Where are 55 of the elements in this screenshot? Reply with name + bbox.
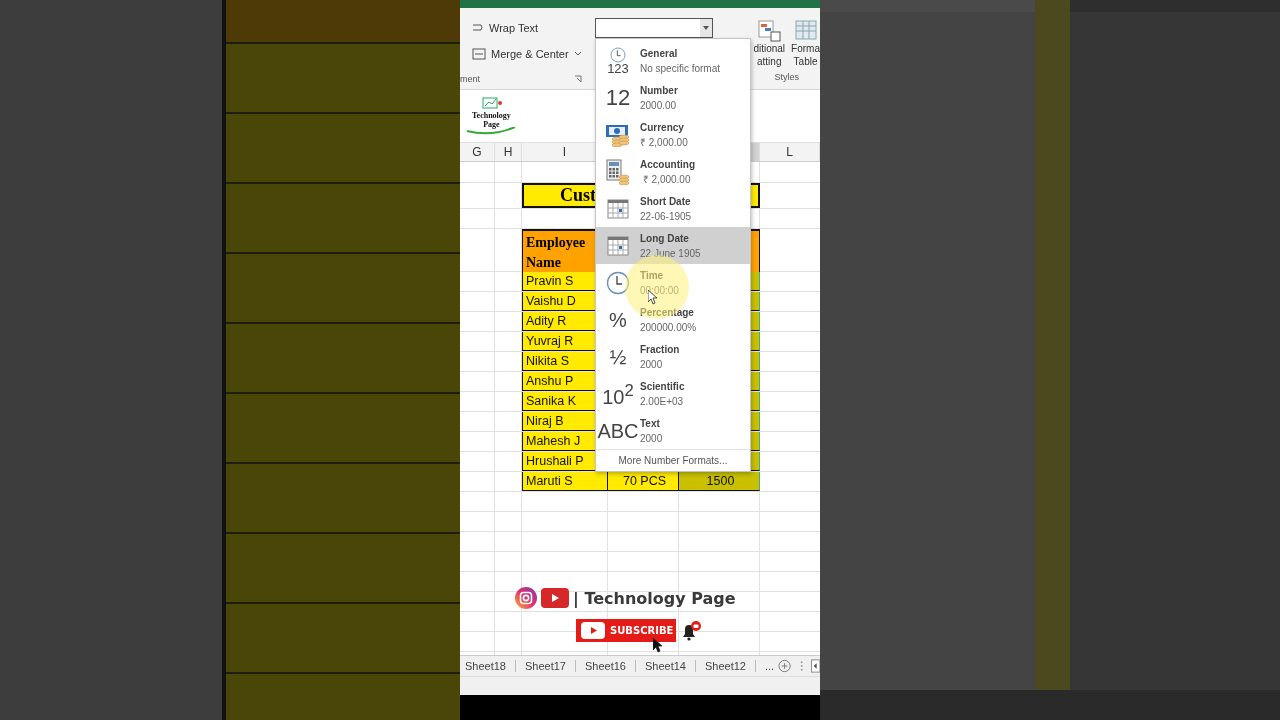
scroll-left-icon[interactable] xyxy=(810,659,820,673)
calendar-icon xyxy=(607,198,629,219)
sheet-tab[interactable]: Sheet18 xyxy=(460,660,516,672)
monitor-icon xyxy=(479,97,504,111)
camera-icon xyxy=(515,587,537,609)
conditional-formatting-icon xyxy=(757,20,782,42)
clock-icon xyxy=(610,46,626,63)
format-option[interactable]: Currency ₹ 2,000.00 xyxy=(596,116,750,153)
play-icon xyxy=(541,588,569,608)
number-format-field[interactable] xyxy=(595,18,713,38)
format-symbol-icon: % xyxy=(609,309,627,330)
add-sheet-icon[interactable] xyxy=(778,659,792,673)
format-option[interactable]: Accounting ₹ 2,000.00 xyxy=(596,153,750,190)
format-option[interactable]: Long Date 22 June 1905 xyxy=(596,227,750,264)
format-option[interactable]: Short Date 22-06-1905 xyxy=(596,190,750,227)
format-as-table-button[interactable]: Forma Table xyxy=(791,20,820,68)
clock-icon xyxy=(606,270,630,295)
group-label: Styles xyxy=(774,72,799,82)
table-icon xyxy=(793,20,818,42)
sheet-tab[interactable]: Sheet16 xyxy=(575,660,636,672)
format-option[interactable]: 123 General No specific format xyxy=(596,42,750,79)
calendar-icon xyxy=(607,235,629,256)
subscribe-button[interactable]: SUBSCRIBE xyxy=(576,619,676,642)
table-cell: Maruti S xyxy=(522,472,608,491)
play-icon xyxy=(581,622,605,639)
group-label: ment xyxy=(460,74,480,84)
bell-icon[interactable] xyxy=(680,619,702,642)
format-symbol-icon: ½ xyxy=(609,346,627,367)
dialog-launcher-icon[interactable] xyxy=(574,75,582,83)
cursor-icon xyxy=(653,638,663,653)
table-cell: 1500 xyxy=(679,472,760,491)
clock-icon: 123 xyxy=(607,46,629,75)
channel-logo: Technology Page xyxy=(472,97,511,135)
calculator-icon xyxy=(605,158,631,185)
more-formats-link[interactable]: More Number Formats... xyxy=(596,449,750,471)
caret-icon xyxy=(703,26,709,30)
more-tabs-button[interactable]: ... xyxy=(755,660,779,672)
caret-icon xyxy=(573,51,582,57)
table-cell: 70 PCS xyxy=(608,472,679,491)
sheet-tab[interactable]: Sheet12 xyxy=(695,660,756,672)
wrap-text-icon xyxy=(472,22,484,34)
conditional-formatting-button[interactable]: ditional atting xyxy=(753,20,786,68)
column-header[interactable]: H xyxy=(495,143,522,161)
number-icon: 12 xyxy=(605,87,631,108)
merge-icon xyxy=(472,48,486,60)
merge-center-button[interactable]: Merge & Center xyxy=(472,46,590,62)
wrap-text-button[interactable]: Wrap Text xyxy=(472,20,590,36)
format-option[interactable]: ½ Fraction 2000 xyxy=(596,338,750,375)
money-icon xyxy=(605,122,631,147)
format-option[interactable]: 10$^{2}$ Scientific 2.00E+03 xyxy=(596,375,750,412)
sheet-tab[interactable]: Sheet14 xyxy=(635,660,696,672)
channel-name: | Technology Page xyxy=(573,588,736,608)
sheet-tab[interactable]: Sheet17 xyxy=(516,660,576,672)
swoosh-icon xyxy=(466,127,517,135)
column-header[interactable]: G xyxy=(460,143,495,161)
